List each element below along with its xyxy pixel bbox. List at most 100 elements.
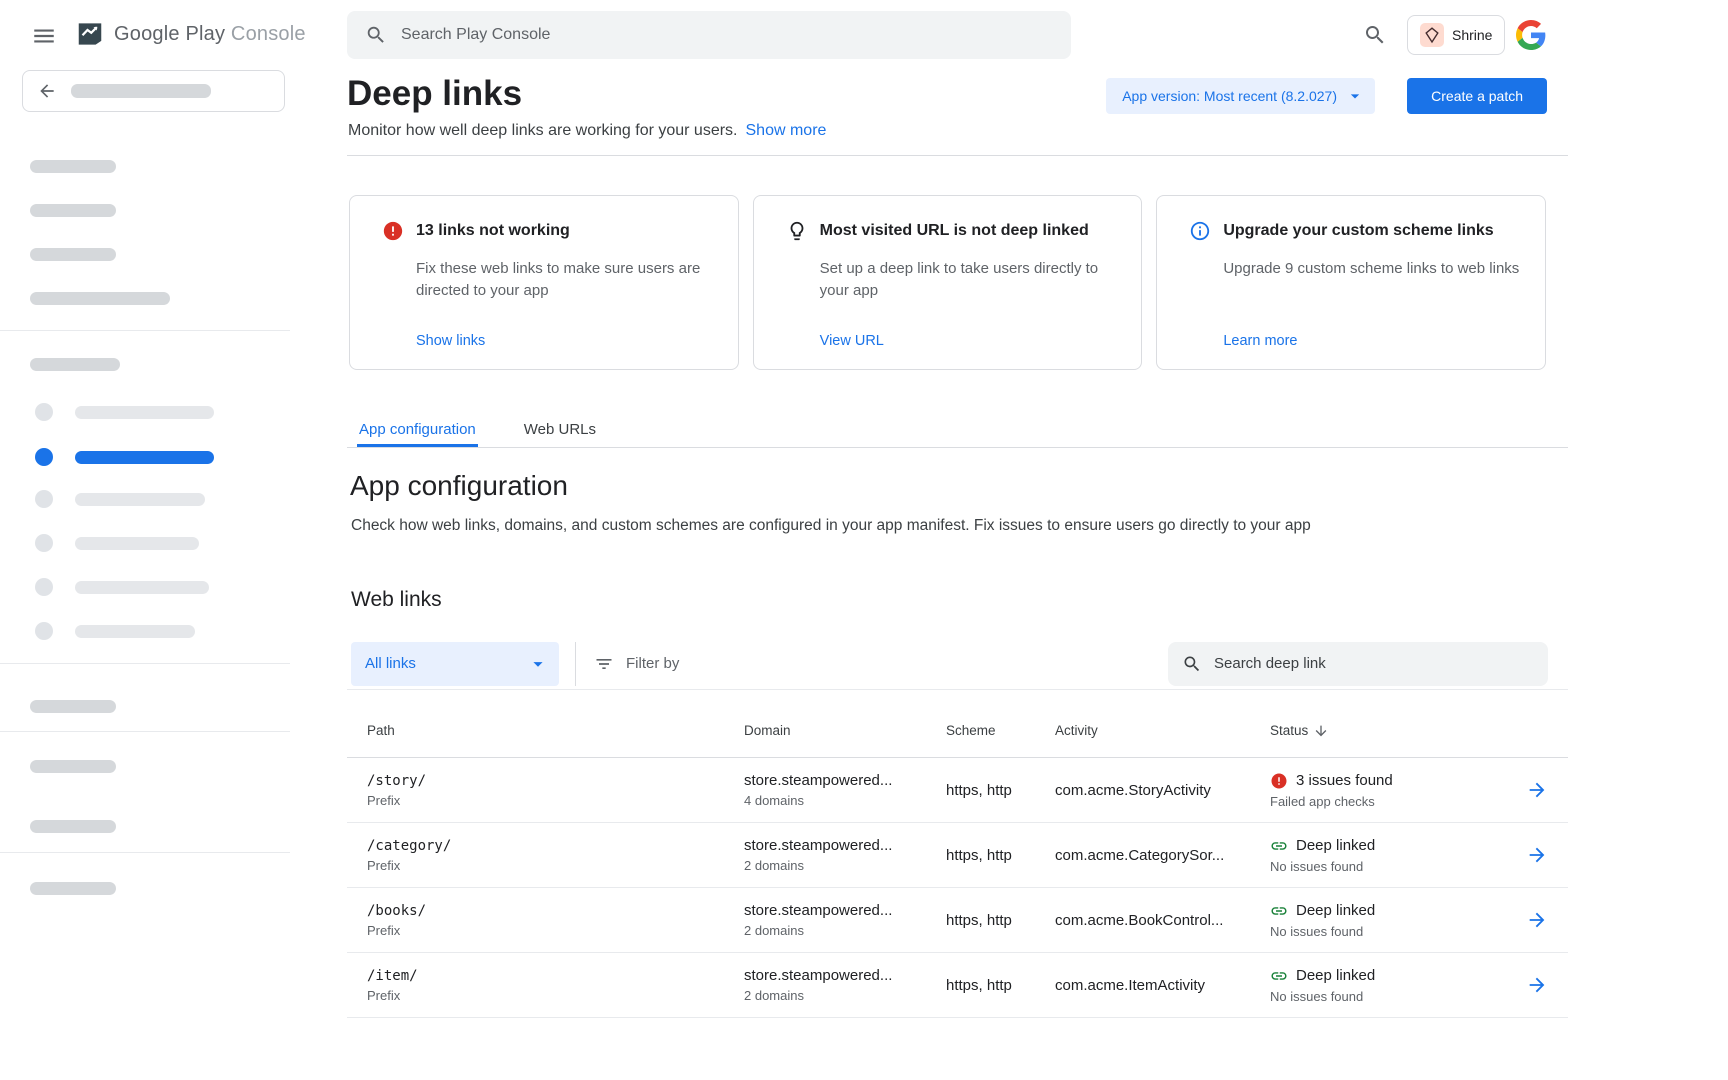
table-row[interactable]: /books/Prefix store.steampowered...2 dom… xyxy=(347,888,1568,953)
path-value: /item/ xyxy=(367,968,744,984)
domain-value: store.steampowered... xyxy=(744,772,946,789)
menu-icon[interactable] xyxy=(31,23,57,49)
path-type: Prefix xyxy=(367,923,744,938)
domain-count: 4 domains xyxy=(744,793,946,808)
activity-value: com.acme.StoryActivity xyxy=(1055,782,1270,799)
play-console-logo[interactable]: Google Play Console xyxy=(75,19,306,49)
global-search-input[interactable] xyxy=(401,26,1053,44)
card-body: Fix these web links to make sure users a… xyxy=(416,258,716,302)
show-links-link[interactable]: Show links xyxy=(416,333,485,349)
back-arrow-icon xyxy=(37,81,57,101)
path-value: /category/ xyxy=(367,838,744,854)
app-selector-label: Shrine xyxy=(1452,27,1492,43)
path-value: /story/ xyxy=(367,773,744,789)
skeleton-bar xyxy=(30,760,116,773)
create-patch-button[interactable]: Create a patch xyxy=(1407,78,1547,114)
column-path: Path xyxy=(367,723,744,738)
row-detail-arrow[interactable] xyxy=(1500,844,1548,866)
divider xyxy=(347,155,1568,156)
filter-by-button[interactable]: Filter by xyxy=(594,654,679,674)
links-filter-dropdown[interactable]: All links xyxy=(351,642,559,686)
web-links-table: Path Domain Scheme Activity Status /stor… xyxy=(347,690,1568,1018)
table-filter-bar: All links Filter by xyxy=(347,638,1568,690)
card-title: 13 links not working xyxy=(416,222,570,240)
skeleton-bar xyxy=(30,882,116,895)
card-body: Set up a deep link to take users directl… xyxy=(820,258,1120,302)
row-detail-arrow[interactable] xyxy=(1500,779,1548,801)
links-filter-label: All links xyxy=(365,655,416,672)
error-icon xyxy=(382,220,404,242)
skeleton-bar xyxy=(30,248,116,261)
chevron-down-icon xyxy=(527,653,549,675)
status-detail: Failed app checks xyxy=(1270,794,1500,809)
sidebar-skeleton-item xyxy=(35,490,205,508)
skeleton-bar xyxy=(30,204,116,217)
domain-value: store.steampowered... xyxy=(744,967,946,984)
scheme-value: https, http xyxy=(946,782,1055,799)
domain-count: 2 domains xyxy=(744,858,946,873)
skeleton-bar xyxy=(30,358,120,371)
app-version-dropdown[interactable]: App version: Most recent (8.2.027) xyxy=(1106,78,1375,114)
sidebar-item-deep-links[interactable] xyxy=(35,448,214,466)
global-search[interactable] xyxy=(347,11,1071,59)
table-row[interactable]: /item/Prefix store.steampowered... 2 doma… xyxy=(347,953,1568,1018)
app-selector[interactable]: Shrine xyxy=(1407,15,1505,55)
column-activity: Activity xyxy=(1055,723,1270,738)
view-url-link[interactable]: View URL xyxy=(820,333,884,349)
tab-bar: App configuration Web URLs xyxy=(347,414,1568,448)
sidebar xyxy=(0,70,290,1080)
insight-cards: 13 links not working Fix these web links… xyxy=(349,195,1546,370)
divider xyxy=(0,663,290,664)
google-account-icon[interactable] xyxy=(1516,20,1546,50)
deep-link-search-input[interactable] xyxy=(1214,655,1534,672)
learn-more-link[interactable]: Learn more xyxy=(1223,333,1297,349)
web-links-heading: Web links xyxy=(351,588,442,612)
link-icon xyxy=(1270,902,1288,920)
card-most-visited-url: Most visited URL is not deep linked Set … xyxy=(753,195,1143,370)
chevron-down-icon xyxy=(1345,86,1365,106)
sort-descending-icon xyxy=(1313,723,1329,739)
status-detail: No issues found xyxy=(1270,989,1500,1004)
row-detail-arrow[interactable] xyxy=(1500,974,1548,996)
column-status[interactable]: Status xyxy=(1270,723,1500,739)
scheme-value: https, http xyxy=(946,977,1055,994)
deep-link-search[interactable] xyxy=(1168,642,1548,686)
activity-value: com.acme.BookControl... xyxy=(1055,912,1270,929)
search-icon xyxy=(365,24,387,46)
divider xyxy=(575,642,576,686)
filter-icon xyxy=(594,654,614,674)
shrine-app-icon xyxy=(1420,23,1444,47)
domain-count: 2 domains xyxy=(744,923,946,938)
sidebar-skeleton-item xyxy=(35,622,195,640)
page-subtitle: Monitor how well deep links are working … xyxy=(348,122,826,140)
status-value: 3 issues found xyxy=(1296,772,1393,789)
divider xyxy=(0,852,290,853)
sidebar-skeleton-item xyxy=(35,534,199,552)
sidebar-skeleton-item xyxy=(35,403,214,421)
path-type: Prefix xyxy=(367,858,744,873)
search-icon xyxy=(1182,654,1202,674)
domain-count: 2 domains xyxy=(744,988,946,1003)
search-icon[interactable] xyxy=(1363,23,1387,47)
skeleton-bar xyxy=(30,700,116,713)
table-header: Path Domain Scheme Activity Status xyxy=(347,690,1568,758)
card-title: Most visited URL is not deep linked xyxy=(820,222,1089,240)
tab-app-configuration[interactable]: App configuration xyxy=(357,414,478,447)
section-title: App configuration xyxy=(350,470,568,502)
main-content: Deep links Monitor how well deep links a… xyxy=(347,70,1568,1080)
table-row[interactable]: /category/Prefix store.steampowered... 2 … xyxy=(347,823,1568,888)
tab-web-urls[interactable]: Web URLs xyxy=(522,414,598,447)
divider xyxy=(0,330,290,331)
error-icon xyxy=(1270,772,1288,790)
status-detail: No issues found xyxy=(1270,924,1500,939)
domain-value: store.steampowered... xyxy=(744,837,946,854)
show-more-link[interactable]: Show more xyxy=(746,122,827,139)
status-value: Deep linked xyxy=(1296,902,1375,919)
table-row[interactable]: /story/Prefix store.steampowered...4 dom… xyxy=(347,758,1568,823)
path-type: Prefix xyxy=(367,988,744,1003)
scheme-value: https, http xyxy=(946,847,1055,864)
divider xyxy=(0,731,290,732)
back-button[interactable] xyxy=(22,70,285,112)
row-detail-arrow[interactable] xyxy=(1500,909,1548,931)
card-links-not-working: 13 links not working Fix these web links… xyxy=(349,195,739,370)
